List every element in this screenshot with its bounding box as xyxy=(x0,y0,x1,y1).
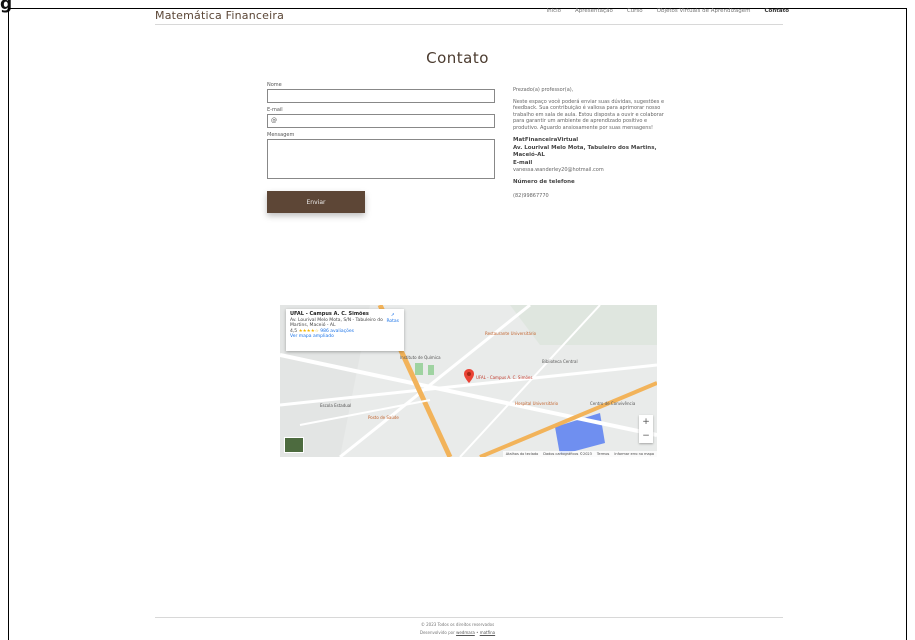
map-attribution: Atalhos do teclado Dados cartográficos ©… xyxy=(502,451,657,457)
map-label-campus: UFAL - Campus A. C. Simões xyxy=(476,375,533,380)
name-label: Nome xyxy=(267,82,282,88)
footer-developed-by: Desenvolvido por xyxy=(419,630,455,635)
zoom-out-button[interactable]: − xyxy=(642,431,650,441)
map-label-biblioteca: Biblioteca Central xyxy=(542,359,578,364)
footer-dev-link-2[interactable]: matfina xyxy=(480,630,495,635)
top-navbar: Matemática Financeira Início Apresentaçã… xyxy=(155,6,789,24)
message-label: Mensagem xyxy=(267,132,295,138)
map-attribution-shortcuts[interactable]: Atalhos do teclado xyxy=(506,452,539,456)
directions-icon: ➚ xyxy=(390,313,395,318)
info-email-heading: E-mail xyxy=(513,160,533,167)
email-label: E-mail xyxy=(267,107,283,113)
map-enlarge-link[interactable]: Ver mapa ampliado xyxy=(290,334,400,340)
info-org-heading: MatFinanceiraVirtual xyxy=(513,136,579,143)
map-directions-button[interactable]: ➚ Rotas xyxy=(386,313,399,324)
map-attribution-data: Dados cartográficos ©2023 xyxy=(543,452,592,456)
info-phone: (82)99867770 xyxy=(513,193,549,200)
email-input[interactable]: @ xyxy=(267,114,495,128)
nav-link-curso[interactable]: Curso xyxy=(627,8,643,14)
zoom-in-button[interactable]: + xyxy=(642,417,650,427)
nav-link-objetos[interactable]: Objetos Virtuais de Aprendizagem xyxy=(657,8,751,14)
map-pin-icon[interactable] xyxy=(464,369,474,383)
map-label-posto: Posto de Saúde xyxy=(368,415,399,420)
contact-info: Prezado(a) professor(a), Neste espaço vo… xyxy=(513,87,673,205)
map-layer-toggle[interactable] xyxy=(284,437,304,453)
info-address: Av. Lourival Melo Mota, Tabuleiro dos Ma… xyxy=(513,145,657,158)
info-intro: Neste espaço você poderá enviar suas dúv… xyxy=(513,98,665,131)
nav-links: Início Apresentação Curso Objetos Virtua… xyxy=(546,8,789,14)
map-attribution-report[interactable]: Informar erro no mapa xyxy=(614,452,654,456)
map-rating: 4,5 xyxy=(290,328,298,334)
map-label-escola: Escola Estadual xyxy=(320,403,352,408)
map-reviews-link[interactable]: 986 avaliações xyxy=(320,329,354,334)
footer-credits: Desenvolvido por wedmara • matfina xyxy=(0,630,915,635)
footer-dev-link-1[interactable]: wedmara xyxy=(456,630,475,635)
map-label-quimica: Instituto de Química xyxy=(400,355,441,360)
map-zoom-control: + − xyxy=(639,415,653,443)
footer-divider xyxy=(155,617,783,618)
nav-link-contato[interactable]: Contato xyxy=(765,8,789,14)
contact-form: Nome E-mail @ Mensagem xyxy=(267,82,497,183)
directions-label: Rotas xyxy=(386,318,399,324)
page-title: Contato xyxy=(426,49,489,67)
map-label-hospital: Hospital Universitário xyxy=(515,401,559,406)
nav-link-apresentacao[interactable]: Apresentação xyxy=(575,8,613,14)
nav-link-inicio[interactable]: Início xyxy=(546,8,561,14)
info-email[interactable]: vanessa.wanderley20@hotmail.com xyxy=(513,167,673,174)
embedded-map[interactable]: UFAL - Campus A. C. Simões Av. Lourival … xyxy=(280,305,657,457)
info-phone-heading: Número de telefone xyxy=(513,178,575,185)
map-place-address: Av. Lourival Melo Mota, S/N - Tabuleiro … xyxy=(290,317,383,329)
map-label-convivencia: Centro de Convivência xyxy=(590,401,636,406)
footer-separator: • xyxy=(476,630,479,635)
footer-copyright: © 2023 Todos os direitos reservados xyxy=(420,622,495,627)
submit-button[interactable]: Enviar xyxy=(267,191,365,213)
nav-divider xyxy=(155,24,783,25)
star-rating-icon: ★★★★☆ xyxy=(298,328,319,334)
map-attribution-terms[interactable]: Termos xyxy=(597,452,609,456)
name-input[interactable] xyxy=(267,89,495,103)
message-textarea[interactable] xyxy=(267,139,495,179)
info-greeting: Prezado(a) professor(a), xyxy=(513,87,574,93)
map-place-card: UFAL - Campus A. C. Simões Av. Lourival … xyxy=(286,309,404,351)
site-brand[interactable]: Matemática Financeira xyxy=(155,9,284,22)
map-label-restaurante: Restaurante Universitário xyxy=(485,331,537,336)
